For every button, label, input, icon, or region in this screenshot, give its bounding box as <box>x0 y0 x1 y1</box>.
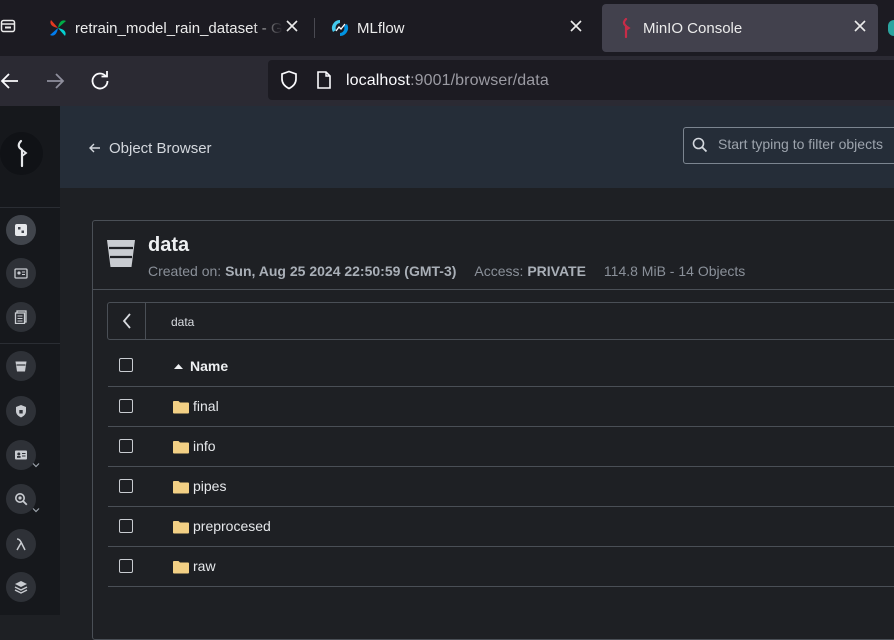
name-column-label: Name <box>190 358 229 374</box>
created-label: Created on: <box>148 263 222 279</box>
minio-icon <box>622 18 631 38</box>
monitoring-icon <box>15 493 28 506</box>
search-icon <box>692 137 708 153</box>
buckets-icon <box>15 224 27 236</box>
object-name: preprocesed <box>193 518 271 534</box>
table-row[interactable]: pipes <box>108 467 894 507</box>
documentation-icon <box>14 310 27 324</box>
browser-tab-airflow[interactable]: retrain_model_rain_dataset - Gr <box>35 4 310 52</box>
url-text[interactable]: localhost:9001/browser/data <box>346 72 549 90</box>
folder-icon <box>173 401 189 414</box>
reload-icon <box>91 71 109 90</box>
access-keys-icon <box>14 268 28 279</box>
tab-overflow-indicator <box>888 20 894 36</box>
close-tab-icon[interactable] <box>852 18 868 34</box>
bucket-icon <box>107 240 135 267</box>
row-checkbox[interactable] <box>119 399 133 413</box>
page-info-icon[interactable] <box>316 71 332 89</box>
table-row[interactable]: info <box>108 427 894 467</box>
sidebar-item-buckets[interactable] <box>6 351 36 381</box>
browser-tab-mlflow[interactable]: MLflow <box>318 4 594 52</box>
sidebar-divider <box>0 343 60 344</box>
tab-title: retrain_model_rain_dataset - Gr <box>75 19 283 37</box>
close-tab-icon[interactable] <box>568 18 584 34</box>
identity-icon <box>15 450 27 460</box>
back-button[interactable] <box>0 69 22 93</box>
name-column-header[interactable]: Name <box>173 358 228 374</box>
tab-title: MLflow <box>357 19 405 37</box>
sidebar-item-tiers[interactable] <box>6 572 36 602</box>
tab-title: MinIO Console <box>643 19 743 37</box>
panel-divider <box>93 289 894 290</box>
bucket-size-summary: 114.8 MiB - 14 Objects <box>603 263 746 279</box>
folder-icon <box>173 521 189 534</box>
object-name: final <box>193 398 219 414</box>
row-checkbox[interactable] <box>119 519 133 533</box>
table-header: Name <box>108 346 894 387</box>
breadcrumb <box>107 302 894 340</box>
folder-icon <box>173 561 189 574</box>
url-path: :9001/browser/data <box>410 72 549 89</box>
policies-icon <box>16 405 26 418</box>
breadcrumb-back-button[interactable] <box>108 303 146 339</box>
minio-logo[interactable] <box>0 132 43 175</box>
table-row[interactable]: preprocesed <box>108 507 894 547</box>
object-name: info <box>193 438 216 454</box>
minio-logo-icon <box>17 139 28 168</box>
bucket-icon <box>15 361 27 372</box>
object-name: pipes <box>193 478 227 494</box>
chevron-down-icon[interactable] <box>31 505 41 515</box>
select-all-checkbox[interactable] <box>119 358 133 372</box>
arrow-left-icon <box>89 143 100 153</box>
reload-button[interactable] <box>88 69 112 93</box>
browser-tab-strip: retrain_model_rain_dataset - Gr MLflow M… <box>0 0 894 56</box>
object-browser-back-link[interactable]: Object Browser <box>88 138 212 158</box>
back-link-label: Object Browser <box>109 139 212 157</box>
bucket-meta: Created on: Sun, Aug 25 2024 22:50:59 (G… <box>148 263 745 279</box>
sidebar-divider <box>0 207 60 208</box>
table-row[interactable]: raw <box>108 547 894 587</box>
filter-objects-input[interactable] <box>718 136 894 152</box>
sidebar-item-access-keys[interactable] <box>6 258 36 288</box>
folder-icon <box>173 481 189 494</box>
chevron-down-icon[interactable] <box>31 460 41 470</box>
access-value: PRIVATE <box>527 263 586 279</box>
arrow-right-icon <box>47 73 65 89</box>
table-row[interactable]: final <box>108 387 894 427</box>
mlflow-icon <box>331 19 349 37</box>
row-checkbox[interactable] <box>119 479 133 493</box>
sidebar-item-object-browser[interactable] <box>6 215 36 245</box>
sidebar-item-policies[interactable] <box>6 396 36 426</box>
airflow-icon <box>50 20 66 36</box>
access-label: Access: <box>474 263 524 279</box>
lambda-icon <box>16 538 26 551</box>
sort-ascending-icon <box>174 363 183 369</box>
tiers-icon <box>14 581 28 594</box>
object-name: raw <box>193 558 216 574</box>
tab-overview-icon[interactable] <box>0 18 16 34</box>
bucket-name: data <box>148 234 190 256</box>
tab-divider <box>314 18 315 38</box>
chevron-left-icon <box>122 313 131 329</box>
shield-icon[interactable] <box>279 70 299 90</box>
sidebar-item-events[interactable] <box>6 529 36 559</box>
row-checkbox[interactable] <box>119 439 133 453</box>
arrow-left-icon <box>0 73 18 89</box>
breadcrumb-item-data[interactable]: data <box>171 315 194 329</box>
folder-icon <box>173 441 189 454</box>
url-host: localhost <box>346 72 411 89</box>
browser-tab-minio[interactable]: MinIO Console <box>602 4 878 52</box>
created-value: Sun, Aug 25 2024 22:50:59 (GMT-3) <box>225 263 457 279</box>
row-checkbox[interactable] <box>119 559 133 573</box>
sidebar-item-documentation[interactable] <box>6 302 36 332</box>
close-tab-icon[interactable] <box>284 18 300 34</box>
forward-button[interactable] <box>43 69 67 93</box>
